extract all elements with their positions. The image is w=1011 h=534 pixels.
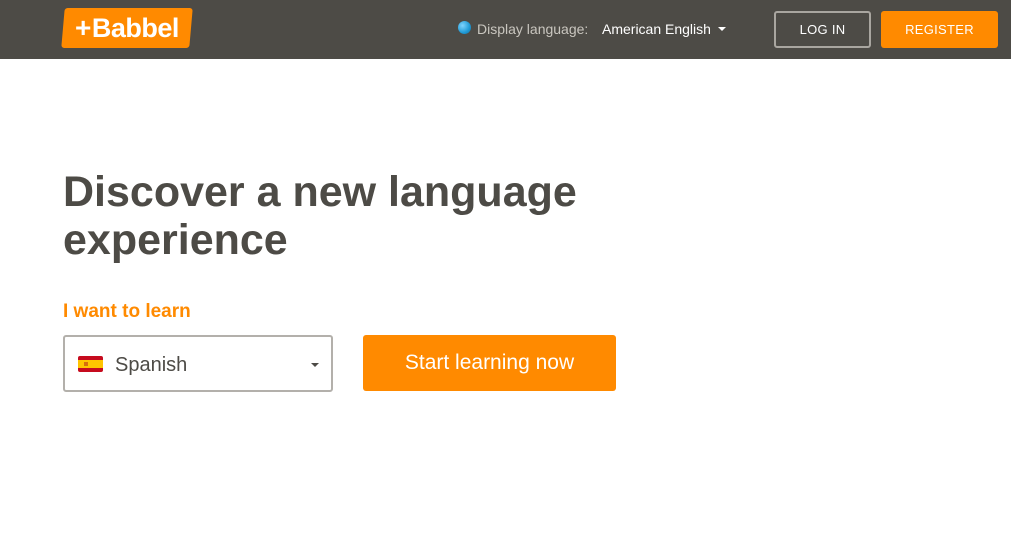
- chevron-down-icon: [717, 27, 726, 31]
- top-navigation-bar: + Babbel Display language: American Engl…: [0, 0, 1011, 59]
- page-headline: Discover a new language experience: [63, 168, 577, 264]
- logo-text: Babbel: [91, 12, 179, 43]
- plus-icon: +: [75, 12, 91, 43]
- display-language-dropdown[interactable]: American English: [602, 19, 726, 39]
- spain-flag-icon: [78, 356, 103, 372]
- babbel-logo[interactable]: + Babbel: [61, 8, 193, 48]
- register-button[interactable]: REGISTER: [881, 11, 998, 48]
- display-language-label: Display language:: [477, 21, 589, 37]
- globe-icon: [458, 21, 471, 34]
- learn-label: I want to learn: [63, 301, 191, 322]
- chevron-down-icon: [311, 363, 319, 367]
- display-language-value: American English: [602, 21, 711, 37]
- display-language-label-group: Display language:: [458, 19, 588, 39]
- learn-language-select[interactable]: Spanish: [63, 335, 333, 392]
- start-learning-button[interactable]: Start learning now: [363, 335, 616, 391]
- login-button[interactable]: LOG IN: [774, 11, 871, 48]
- selected-language-value: Spanish: [115, 354, 188, 376]
